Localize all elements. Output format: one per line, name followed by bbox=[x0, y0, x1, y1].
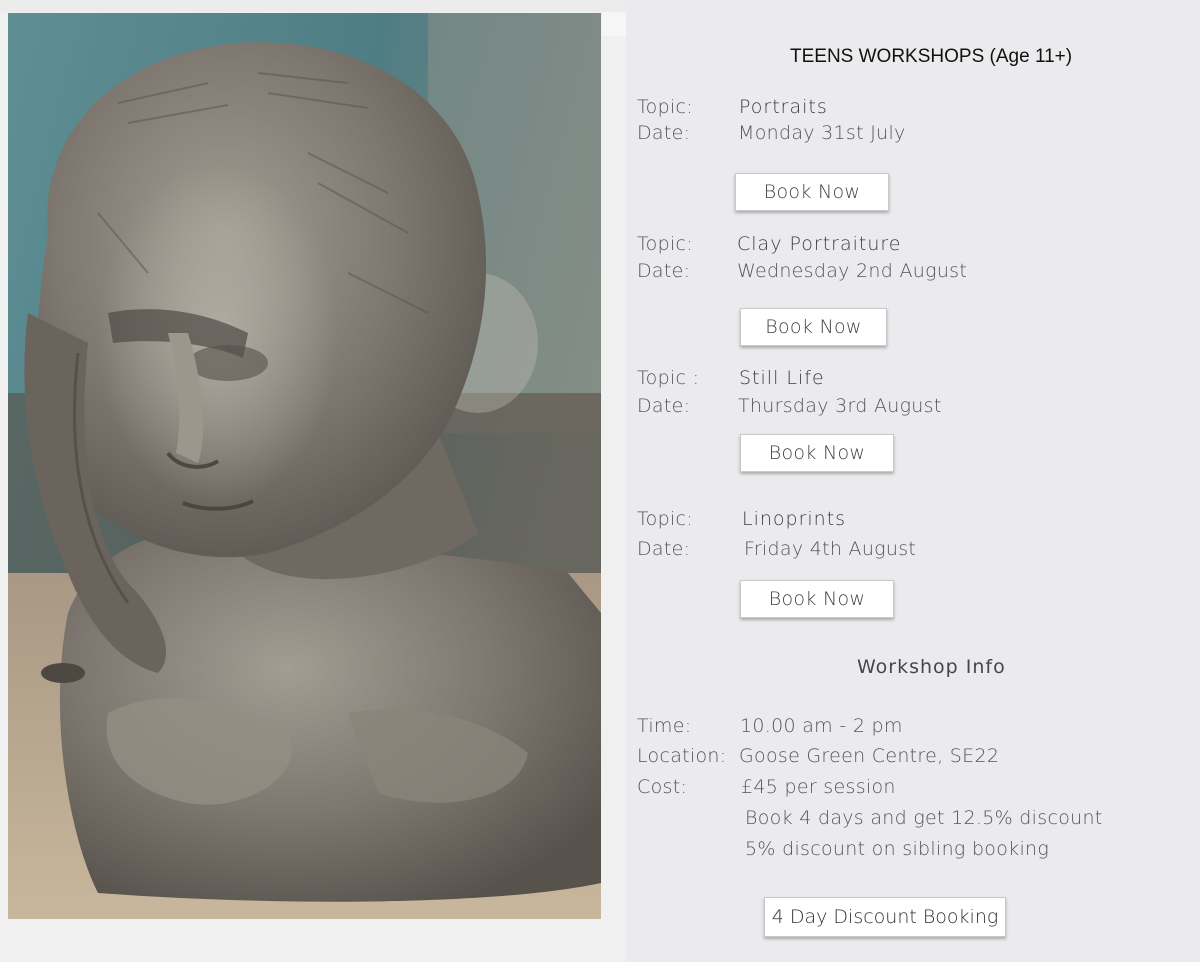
topic-value: Still Life bbox=[739, 367, 825, 389]
book-now-button[interactable]: Book Now bbox=[735, 173, 889, 211]
left-panel bbox=[0, 0, 626, 962]
date-label: Date: bbox=[637, 122, 691, 144]
book-now-button[interactable]: Book Now bbox=[740, 308, 887, 346]
top-strip bbox=[0, 0, 626, 12]
topic-value: Clay Portraiture bbox=[737, 233, 902, 255]
date-label: Date: bbox=[637, 260, 691, 282]
workshop-info-heading: Workshop Info bbox=[857, 656, 1006, 678]
clay-sculpture-photo bbox=[8, 13, 601, 919]
date-label: Date: bbox=[637, 538, 691, 560]
location-value: Goose Green Centre, SE22 bbox=[739, 745, 1000, 767]
book-now-button[interactable]: Book Now bbox=[740, 580, 894, 618]
discount-note: Book 4 days and get 12.5% discount bbox=[745, 807, 1103, 829]
date-label: Date: bbox=[637, 395, 691, 417]
sibling-discount-note: 5% discount on sibling booking bbox=[745, 838, 1050, 860]
four-day-discount-booking-button[interactable]: 4 Day Discount Booking bbox=[764, 897, 1006, 937]
date-value: Thursday 3rd August bbox=[738, 395, 942, 417]
time-label: Time: bbox=[637, 715, 692, 737]
workshops-panel: TEENS WORKSHOPS (Age 11+) Topic: Portrai… bbox=[626, 0, 1200, 962]
date-value: Friday 4th August bbox=[744, 538, 917, 560]
topic-label: Topic : bbox=[637, 367, 700, 389]
page-title: TEENS WORKSHOPS (Age 11+) bbox=[790, 46, 1073, 67]
date-value: Wednesday 2nd August bbox=[737, 260, 968, 282]
book-now-button[interactable]: Book Now bbox=[740, 434, 894, 472]
topic-label: Topic: bbox=[637, 233, 693, 255]
cost-label: Cost: bbox=[637, 776, 688, 798]
edge-strip bbox=[602, 12, 626, 36]
topic-value: Portraits bbox=[739, 96, 828, 118]
location-label: Location: bbox=[637, 745, 727, 767]
time-value: 10.00 am - 2 pm bbox=[740, 715, 903, 737]
topic-label: Topic: bbox=[637, 96, 693, 118]
topic-label: Topic: bbox=[637, 508, 693, 530]
cost-value: £45 per session bbox=[741, 776, 896, 798]
topic-value: Linoprints bbox=[742, 508, 847, 530]
date-value: Monday 31st July bbox=[738, 122, 906, 144]
